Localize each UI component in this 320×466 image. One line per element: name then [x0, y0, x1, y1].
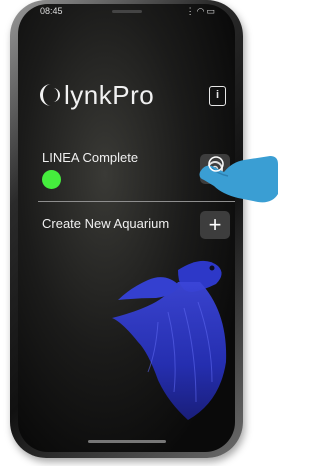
home-indicator: [88, 440, 166, 443]
create-aquarium-label[interactable]: Create New Aquarium: [42, 216, 169, 231]
app-screen: 08:45 ⋮◠▭ lynkPro i LINEA Complete Creat…: [18, 4, 235, 452]
aquarium-name[interactable]: LINEA Complete: [42, 150, 138, 165]
signal-icon: ⋮: [185, 6, 197, 16]
battery-icon: ▭: [206, 6, 217, 16]
info-icon: i: [215, 89, 220, 101]
connection-status-indicator: [42, 170, 61, 189]
tap-hand-icon: [199, 156, 278, 203]
logo-mark-icon: [40, 84, 60, 106]
status-icons: ⋮◠▭: [186, 6, 217, 17]
phone-frame: 08:45 ⋮◠▭ lynkPro i LINEA Complete Creat…: [10, 0, 243, 458]
brand-name: lynkPro: [64, 79, 155, 110]
status-time: 08:45: [40, 6, 63, 16]
create-aquarium-button[interactable]: +: [200, 211, 230, 239]
app-logo: lynkPro: [38, 78, 154, 112]
wifi-icon: ◠: [196, 6, 207, 16]
plus-icon: +: [208, 212, 222, 237]
betta-fish-image: [112, 260, 227, 420]
info-button[interactable]: i: [209, 86, 226, 106]
status-bar: 08:45 ⋮◠▭: [18, 4, 235, 22]
speaker-notch: [112, 10, 142, 13]
